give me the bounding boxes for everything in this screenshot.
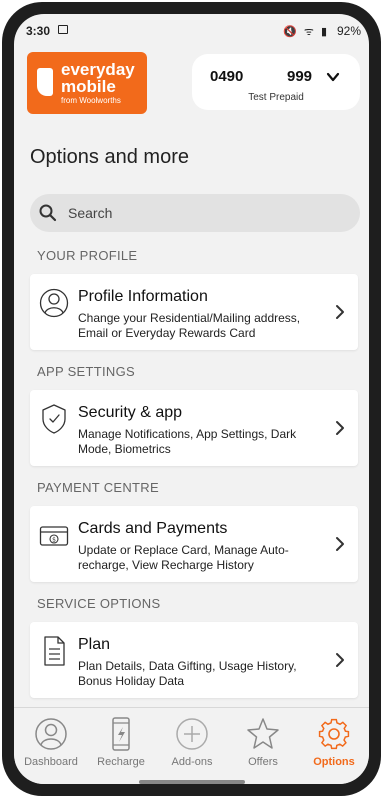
account-number-start: 0490 (210, 68, 244, 85)
logo-line3: from Woolworths (61, 96, 121, 105)
device-frame: 3:30 🔇 ᯤ ▮ 92% everyday mobile from Wool… (2, 2, 381, 796)
logo-line2: mobile (61, 77, 116, 96)
status-icons: 🔇 ᯤ ▮ (283, 26, 329, 38)
nav-label: Dashboard (24, 756, 78, 768)
nav-label: Add-ons (171, 756, 213, 768)
card-description: Plan Details, Data Gifting, Usage Histor… (78, 659, 297, 688)
section-heading-app-settings: APP SETTINGS (37, 364, 135, 379)
profile-information-card[interactable]: Profile Information Change your Resident… (30, 274, 358, 350)
nav-label: Recharge (97, 756, 145, 768)
nav-offers[interactable]: Offers (228, 716, 298, 768)
search-icon (39, 204, 57, 222)
card-title: Plan (78, 636, 111, 653)
gear-icon (318, 718, 350, 750)
nav-add-ons[interactable]: Add-ons (157, 716, 227, 768)
document-icon (44, 636, 65, 666)
section-heading-payment: PAYMENT CENTRE (37, 480, 159, 495)
nav-label: Offers (248, 756, 278, 768)
chevron-right-icon (336, 305, 344, 319)
battery-level: 92% (336, 24, 361, 38)
card-icon: $ (39, 526, 69, 546)
account-number-end: 999 (287, 68, 313, 85)
user-circle-icon (35, 718, 67, 750)
chevron-down-icon (326, 72, 340, 82)
nav-label: Options (313, 756, 355, 768)
search-bar[interactable]: Search (30, 194, 360, 232)
section-heading-service: SERVICE OPTIONS (37, 596, 161, 611)
chevron-right-icon (336, 653, 344, 667)
card-description: Change your Residential/Mailing address,… (78, 311, 301, 340)
bottom-navigation: Dashboard Recharge Add-ons Offers Option… (14, 707, 369, 784)
status-time: 3:30 (26, 24, 51, 38)
status-bar: 3:30 🔇 ᯤ ▮ 92% (14, 14, 369, 44)
chevron-right-icon (336, 537, 344, 551)
everyday-mobile-logo: everyday mobile from Woolworths (27, 52, 147, 114)
card-description: Update or Replace Card, Manage Auto-rech… (78, 543, 289, 572)
nav-recharge[interactable]: Recharge (86, 716, 156, 768)
card-title: Security & app (78, 404, 183, 421)
account-plan-label: Test Prepaid (248, 92, 304, 103)
page-title: Options and more (30, 146, 189, 168)
svg-text:$: $ (52, 536, 56, 543)
security-app-card[interactable]: Security & app Manage Notifications, App… (30, 390, 358, 466)
plus-circle-icon (176, 718, 208, 750)
profile-icon (39, 288, 69, 318)
app-screen: 3:30 🔇 ᯤ ▮ 92% everyday mobile from Wool… (14, 14, 369, 784)
card-title: Cards and Payments (78, 520, 228, 537)
section-heading-profile: YOUR PROFILE (37, 248, 138, 263)
cards-payments-card[interactable]: $ Cards and Payments Update or Replace C… (30, 506, 358, 582)
home-indicator[interactable] (139, 780, 245, 784)
logo-mark-icon (37, 68, 53, 96)
search-input[interactable]: Search (68, 205, 112, 221)
gallery-notification-icon (58, 25, 68, 34)
chevron-right-icon (336, 421, 344, 435)
card-title: Profile Information (78, 288, 208, 305)
account-selector[interactable]: 0490 999 Test Prepaid (192, 54, 360, 110)
star-icon (247, 718, 279, 749)
logo-line1: everyday (61, 60, 135, 79)
nav-dashboard[interactable]: Dashboard (16, 716, 86, 768)
plan-card[interactable]: Plan Plan Details, Data Gifting, Usage H… (30, 622, 358, 698)
card-description: Manage Notifications, App Settings, Dark… (78, 427, 297, 456)
nav-options[interactable]: Options (299, 716, 369, 768)
phone-recharge-icon (112, 717, 130, 751)
shield-icon (42, 404, 66, 434)
